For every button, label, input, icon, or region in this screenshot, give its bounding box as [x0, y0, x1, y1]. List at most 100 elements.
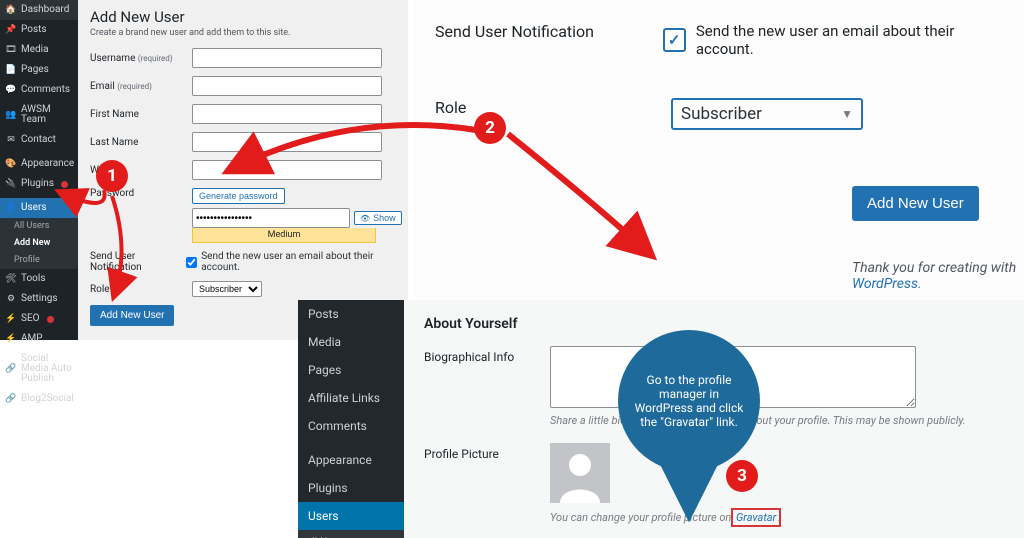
sidebar-item-awsm-team[interactable]: 👥 AWSM Team	[0, 100, 78, 130]
first-name-input[interactable]	[192, 104, 382, 124]
email-input[interactable]	[192, 76, 382, 96]
role-select[interactable]: Subscriber	[192, 281, 262, 297]
first-name-label: First Name	[90, 109, 192, 120]
sidebar-item-contact[interactable]: ✉ Contact	[0, 130, 78, 150]
annotation-step-1: 1	[96, 160, 128, 192]
section-heading: About Yourself	[424, 316, 1004, 332]
blog2social-icon: 🔗	[6, 394, 16, 404]
sidebar-item-label: Blog2Social	[21, 394, 74, 404]
sidebar-item-label: Pages	[21, 65, 49, 75]
sidebar-item-label: SEO	[21, 314, 40, 324]
sidebar-item-seo[interactable]: ⚡ SEO	[0, 309, 78, 329]
sidebar-item-plugins[interactable]: Plugins	[298, 474, 404, 502]
password-strength: Medium	[192, 228, 376, 243]
sidebar-item-users[interactable]: Users	[298, 502, 404, 530]
sidebar-item-label: AWSM Team	[21, 105, 72, 125]
sidebar-item-label: Plugins	[21, 179, 54, 189]
generate-password-button[interactable]: Generate password	[192, 188, 285, 204]
sidebar-item-blog2social[interactable]: 🔗 Blog2Social	[0, 389, 78, 409]
panel-role-selector: Send User Notification ✓ Send the new us…	[415, 0, 1024, 300]
page-subtitle: Create a brand new user and add them to …	[90, 28, 402, 38]
update-badge	[47, 316, 54, 323]
sidebar-item-media[interactable]: 🎞 Media	[0, 40, 78, 60]
sidebar-item-posts[interactable]: Posts	[298, 300, 404, 328]
sidebar-item-pages[interactable]: 📄 Pages	[0, 60, 78, 80]
sidebar-item-label: Users	[21, 203, 47, 213]
media-icon: 🎞	[6, 45, 16, 55]
sidebar-item-settings[interactable]: ⚙Settings	[0, 289, 78, 309]
profile-picture-label: Profile Picture	[424, 443, 550, 461]
send-notification-checkbox-wrap[interactable]: Send the new user an email about their a…	[186, 251, 401, 273]
sidebar-item-comments[interactable]: 💬Comments	[0, 80, 78, 100]
sidebar-item-label: Comments	[21, 85, 70, 95]
sidebar-item-label: Media	[21, 45, 49, 55]
show-password-button[interactable]: 👁Show	[354, 211, 402, 225]
required-hint: (required)	[117, 82, 152, 91]
appearance-icon: 🎨	[6, 159, 16, 169]
plugins-icon: 🔌	[6, 179, 16, 189]
bio-hint: Share a little biographical information …	[550, 414, 1004, 427]
wp-admin-sidebar: 🏠 Dashboard 📌 Posts 🎞 Media 📄 Pages 💬Comments 👥 AW…	[0, 0, 78, 340]
awsm-team-icon: 👥	[6, 110, 16, 120]
role-label: Role	[435, 98, 671, 117]
sidebar-item-label: Contact	[21, 135, 56, 145]
bio-label: Biographical Info	[424, 346, 550, 364]
send-notification-checkbox[interactable]: ✓	[663, 28, 686, 52]
annotation-step-3: 3	[726, 460, 758, 492]
annotation-tip-bubble: Go to the profile manager in WordPress a…	[618, 330, 760, 472]
sidebar-item-affiliate-links[interactable]: Affiliate Links	[298, 384, 404, 412]
sidebar-item-users[interactable]: 👤Users	[0, 198, 78, 218]
website-input[interactable]	[192, 160, 382, 180]
sidebar-item-appearance[interactable]: 🎨 Appearance	[0, 154, 78, 174]
dashboard-icon: 🏠	[6, 5, 16, 15]
send-notification-label: Send User Notification	[435, 22, 663, 41]
add-new-user-submit[interactable]: Add New User	[852, 186, 979, 221]
sidebar-item-label: Tools	[21, 274, 45, 284]
update-badge	[61, 181, 68, 188]
amp-icon: ⚡	[6, 334, 16, 344]
gravatar-hint: You can change your profile picture on G…	[550, 511, 1004, 524]
sidebar-item-social-media-auto-publish[interactable]: 🔗Social Media Auto Publish	[0, 349, 78, 389]
sidebar-item-label: Appearance	[21, 159, 74, 169]
posts-icon: 📌	[6, 25, 16, 35]
last-name-label: Last Name	[90, 137, 192, 148]
sidebar-item-pages[interactable]: Pages	[298, 356, 404, 384]
annotation-step-2: 2	[474, 112, 506, 144]
page-title: Add New User	[90, 8, 402, 26]
sidebar-item-label: Posts	[21, 25, 47, 35]
sidebar-item-tools[interactable]: 🛠Tools	[0, 269, 78, 289]
username-input[interactable]	[192, 48, 382, 68]
sidebar-item-label: Settings	[21, 294, 58, 304]
wordpress-link[interactable]: WordPress.	[852, 276, 922, 292]
contact-icon: ✉	[6, 135, 16, 145]
sidebar-subitem-profile[interactable]: Profile	[0, 252, 78, 269]
sidebar-item-appearance[interactable]: Appearance	[298, 446, 404, 474]
chevron-down-icon: ▼	[841, 107, 853, 121]
sidebar-item-dashboard[interactable]: 🏠 Dashboard	[0, 0, 78, 20]
sidebar-subitem[interactable]: ll Users	[298, 530, 404, 538]
pages-icon: 📄	[6, 65, 16, 75]
sidebar-item-plugins[interactable]: 🔌 Plugins	[0, 174, 78, 194]
sidebar-item-comments[interactable]: Comments	[298, 412, 404, 440]
last-name-input[interactable]	[192, 132, 382, 152]
password-input[interactable]	[192, 208, 350, 228]
sidebar-item-media[interactable]: Media	[298, 328, 404, 356]
sidebar-item-label: AMP	[21, 334, 43, 344]
send-notification-text: Send the new user an email about their a…	[696, 22, 1004, 58]
add-new-user-submit[interactable]: Add New User	[90, 305, 174, 326]
send-notification-checkbox[interactable]	[186, 257, 197, 268]
sidebar-item-amp[interactable]: ⚡ AMP	[0, 329, 78, 349]
panel-add-new-user: 🏠 Dashboard 📌 Posts 🎞 Media 📄 Pages 💬Comments 👥 AW…	[0, 0, 408, 340]
sidebar-subitem-add-new[interactable]: Add New	[0, 235, 78, 252]
sidebar-subitem-all-users[interactable]: All Users	[0, 218, 78, 235]
gravatar-link[interactable]: Gravatar	[734, 511, 778, 524]
required-hint: (required)	[138, 54, 173, 63]
role-label: Role	[90, 284, 192, 295]
add-user-form: Add New User Create a brand new user and…	[78, 0, 414, 340]
sidebar-item-label: Social Media Auto Publish	[21, 354, 72, 384]
sidebar-item-posts[interactable]: 📌 Posts	[0, 20, 78, 40]
sidebar-item-label: Dashboard	[21, 5, 69, 15]
role-select[interactable]: Subscriber ▼	[671, 98, 863, 130]
seo-icon: ⚡	[6, 314, 16, 324]
eye-icon: 👁	[360, 214, 370, 223]
